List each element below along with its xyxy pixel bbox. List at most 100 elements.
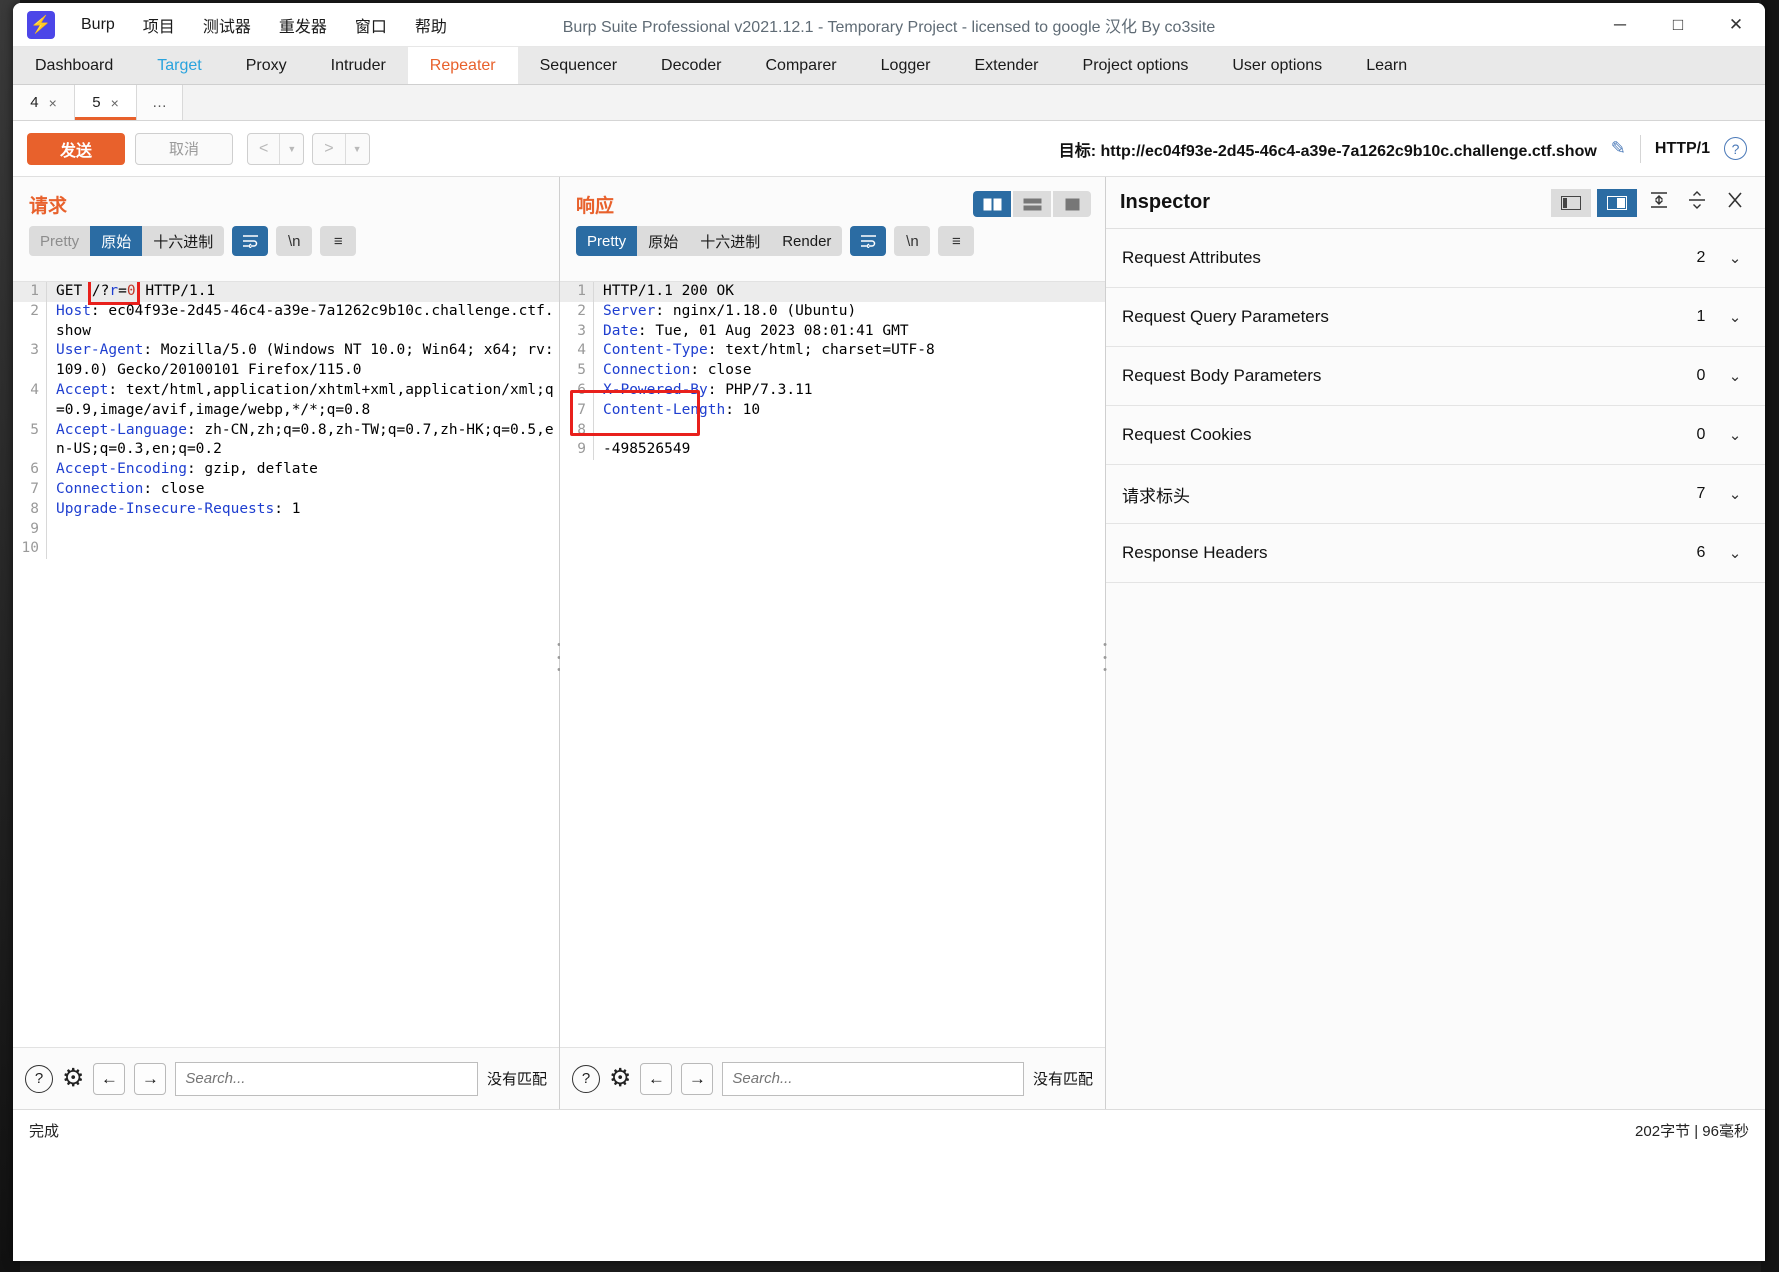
close-icon[interactable]: ✕ xyxy=(1707,3,1765,47)
menu-item-help[interactable]: 帮助 xyxy=(401,9,461,41)
inspector-row-request-body-parameters[interactable]: Request Body Parameters 0 ⌄ xyxy=(1106,347,1765,406)
line-number: 1 xyxy=(560,282,594,302)
pencil-icon[interactable]: ✎ xyxy=(1611,138,1626,159)
menu-item-project[interactable]: 项目 xyxy=(129,9,189,41)
response-format-hex[interactable]: 十六进制 xyxy=(689,226,771,256)
response-format-render[interactable]: Render xyxy=(771,226,842,256)
go-forward-button[interactable]: > ▼ xyxy=(312,132,370,165)
row-label: Request Cookies xyxy=(1122,425,1252,444)
row-label: 请求标头 xyxy=(1122,486,1190,506)
request-format-pretty[interactable]: Pretty xyxy=(29,226,90,256)
inspector-row-response-headers[interactable]: Response Headers 6 ⌄ xyxy=(1106,524,1765,583)
response-word-wrap-icon[interactable] xyxy=(850,226,887,256)
menu-item-burp[interactable]: Burp xyxy=(67,12,129,38)
request-format-raw[interactable]: 原始 xyxy=(90,226,143,256)
line-number: 10 xyxy=(13,539,47,560)
response-help-icon[interactable]: ? xyxy=(572,1064,600,1093)
response-search-input[interactable] xyxy=(722,1061,1024,1096)
tab-user-options[interactable]: User options xyxy=(1210,47,1344,84)
expand-all-icon[interactable] xyxy=(1643,191,1675,215)
tab-intruder[interactable]: Intruder xyxy=(309,47,408,84)
response-pane-resize-handle[interactable]: • • • xyxy=(1099,640,1111,676)
single-pane-icon[interactable] xyxy=(1053,191,1091,217)
line-number: 4 xyxy=(560,341,594,362)
request-search-input[interactable] xyxy=(175,1061,478,1096)
inspector-row-request-query-parameters[interactable]: Request Query Parameters 1 ⌄ xyxy=(1106,288,1765,347)
line-text: Accept-Language: zh-CN,zh;q=0.8,zh-TW;q=… xyxy=(56,421,554,458)
chevron-down-icon[interactable]: ⌄ xyxy=(1721,308,1749,326)
response-gear-icon[interactable]: ⚙ xyxy=(609,1066,631,1091)
tab-learn[interactable]: Learn xyxy=(1344,47,1429,84)
back-arrow-icon: < xyxy=(259,139,269,157)
menu-bar: Burp 项目 测试器 重发器 窗口 帮助 xyxy=(67,9,461,41)
response-pane: 响应 Pretty 原始 十六进制 Render \n ≡ 1 HTTP/1.1… xyxy=(560,177,1107,1109)
help-icon[interactable]: ? xyxy=(1724,137,1747,160)
split-vertical-icon[interactable] xyxy=(973,191,1011,217)
inspector-row-request-cookies[interactable]: Request Cookies 0 ⌄ xyxy=(1106,406,1765,465)
request-pane-title: 请求 xyxy=(29,196,68,217)
response-newline-toggle[interactable]: \n xyxy=(894,226,931,256)
minimize-icon[interactable]: ─ xyxy=(1591,3,1649,47)
response-no-match-label: 没有匹配 xyxy=(1032,1071,1093,1088)
http-version-label[interactable]: HTTP/1 xyxy=(1655,140,1710,158)
chevron-down-icon[interactable]: ⌄ xyxy=(1721,544,1749,562)
tab-target[interactable]: Target xyxy=(135,47,223,84)
tab-comparer[interactable]: Comparer xyxy=(744,47,859,84)
menu-item-intruder[interactable]: 测试器 xyxy=(189,9,265,41)
menu-item-window[interactable]: 窗口 xyxy=(341,9,401,41)
request-format-hex[interactable]: 十六进制 xyxy=(142,226,224,256)
request-line: 5 Accept-Language: zh-CN,zh;q=0.8,zh-TW;… xyxy=(13,420,559,461)
chevron-down-icon[interactable]: ⌄ xyxy=(1721,367,1749,385)
layout-right-icon[interactable] xyxy=(1597,188,1637,217)
line-text: GET /?r=0 HTTP/1.1 xyxy=(47,282,559,305)
request-gear-icon[interactable]: ⚙ xyxy=(62,1066,84,1091)
back-caret-icon[interactable]: ▼ xyxy=(280,144,303,154)
repeater-tab-5[interactable]: 5 × xyxy=(75,85,137,120)
request-editor[interactable]: 1 GET /?r=0 HTTP/1.1 2 Host: ec04f93e-2d… xyxy=(13,281,559,1047)
tab-logger[interactable]: Logger xyxy=(859,47,953,84)
request-line: 2 Host: ec04f93e-2d45-46c4-a39e-7a1262c9… xyxy=(13,301,559,342)
collapse-all-icon[interactable] xyxy=(1681,190,1713,215)
chevron-down-icon[interactable]: ⌄ xyxy=(1721,485,1749,503)
repeater-tab-4-close-icon[interactable]: × xyxy=(49,95,57,111)
row-label: Request Body Parameters xyxy=(1122,366,1322,385)
repeater-tab-5-label: 5 xyxy=(92,94,101,111)
response-search-next-button[interactable]: → xyxy=(681,1062,714,1095)
response-format-pretty[interactable]: Pretty xyxy=(576,226,638,256)
request-help-icon[interactable]: ? xyxy=(25,1064,53,1093)
tab-project-options[interactable]: Project options xyxy=(1061,47,1211,84)
request-menu-icon[interactable]: ≡ xyxy=(320,226,357,256)
response-editor[interactable]: 1 HTTP/1.1 200 OK 2 Server: nginx/1.18.0… xyxy=(560,281,1105,1047)
maximize-icon[interactable]: □ xyxy=(1649,3,1707,47)
request-word-wrap-icon[interactable] xyxy=(232,226,269,256)
request-search-next-button[interactable]: → xyxy=(134,1062,167,1095)
inspector-row-request-attributes[interactable]: Request Attributes 2 ⌄ xyxy=(1106,229,1765,288)
close-icon[interactable] xyxy=(1719,191,1751,215)
inspector-header: Inspector xyxy=(1106,177,1765,229)
tab-proxy[interactable]: Proxy xyxy=(224,47,309,84)
repeater-tab-5-close-icon[interactable]: × xyxy=(111,95,119,111)
menu-item-repeater[interactable]: 重发器 xyxy=(265,9,341,41)
go-back-button[interactable]: < ▼ xyxy=(247,132,305,165)
tab-dashboard[interactable]: Dashboard xyxy=(13,47,135,84)
tab-repeater[interactable]: Repeater xyxy=(407,47,518,84)
tab-sequencer[interactable]: Sequencer xyxy=(518,47,639,84)
request-search-prev-button[interactable]: ← xyxy=(93,1062,126,1095)
split-horizontal-icon[interactable] xyxy=(1013,191,1051,217)
tab-extender[interactable]: Extender xyxy=(952,47,1060,84)
repeater-tab-more[interactable]: … xyxy=(137,85,183,120)
tab-decoder[interactable]: Decoder xyxy=(639,47,743,84)
chevron-down-icon[interactable]: ⌄ xyxy=(1721,426,1749,444)
repeater-tab-4[interactable]: 4 × xyxy=(13,85,75,120)
repeater-tab-bar: 4 × 5 × … xyxy=(13,85,1765,121)
inspector-row-request-headers[interactable]: 请求标头 7 ⌄ xyxy=(1106,465,1765,524)
response-search-prev-button[interactable]: ← xyxy=(640,1062,673,1095)
layout-left-icon[interactable] xyxy=(1551,188,1591,217)
chevron-down-icon[interactable]: ⌄ xyxy=(1721,249,1749,267)
send-button[interactable]: 发送 xyxy=(27,132,125,165)
cancel-button[interactable]: 取消 xyxy=(135,132,233,165)
forward-caret-icon[interactable]: ▼ xyxy=(346,144,369,154)
response-menu-icon[interactable]: ≡ xyxy=(938,226,975,256)
request-newline-toggle[interactable]: \n xyxy=(276,226,313,256)
response-format-raw[interactable]: 原始 xyxy=(637,226,689,256)
